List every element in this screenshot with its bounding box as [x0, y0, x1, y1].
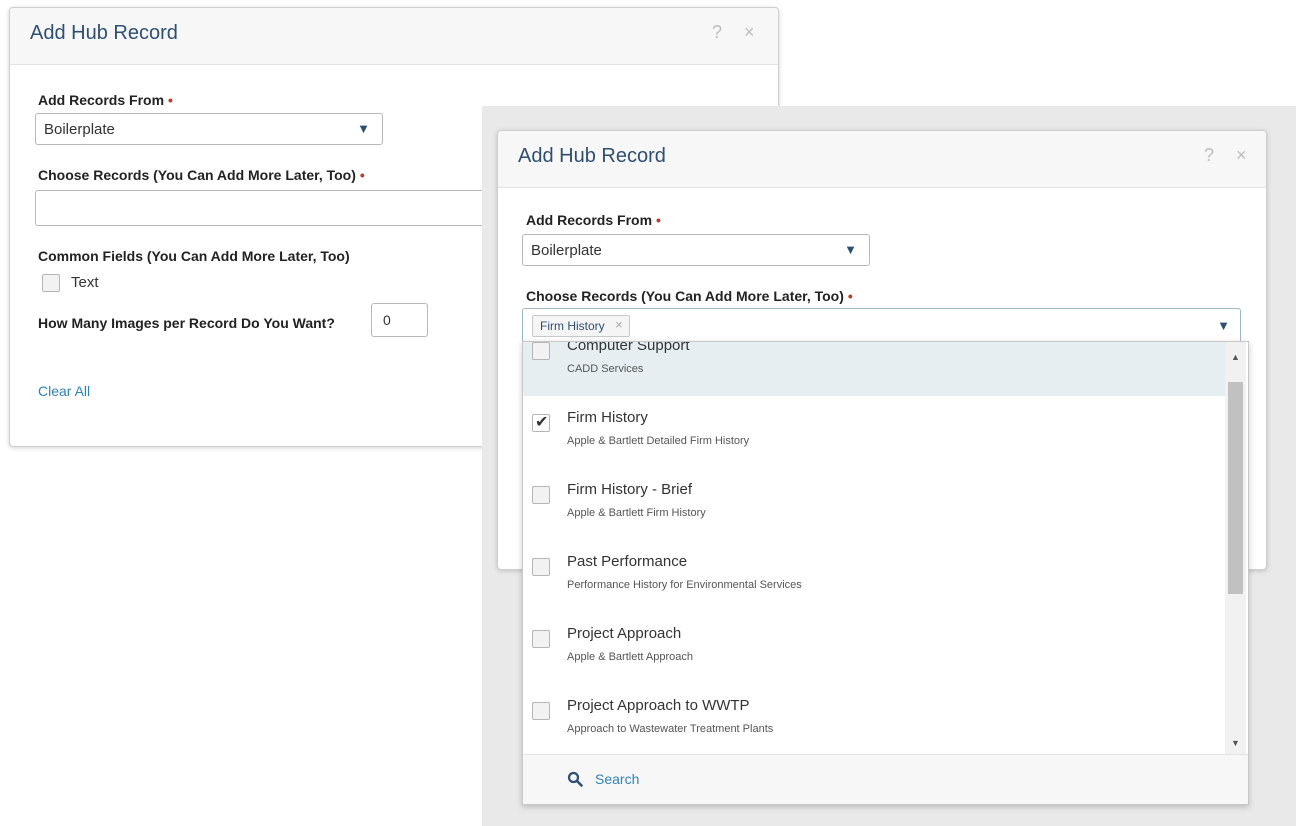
option-title: Computer Support — [567, 341, 690, 354]
required-marker: • — [847, 288, 853, 304]
source-select-value: Boilerplate — [531, 242, 602, 259]
help-icon[interactable]: ? — [1204, 145, 1214, 166]
front-dialog-title: Add Hub Record — [518, 145, 666, 167]
scrollbar-thumb[interactable] — [1228, 382, 1243, 594]
required-marker: • — [359, 167, 365, 183]
source-select[interactable]: Boilerplate ▼ — [35, 113, 383, 145]
option-title: Firm History - Brief — [567, 481, 692, 498]
choose-records-input[interactable] — [35, 190, 515, 226]
required-marker: • — [656, 212, 661, 228]
text-checkbox-label: Text — [71, 274, 99, 291]
tag-remove-icon[interactable]: × — [615, 317, 623, 332]
records-dropdown: Computer Support CADD Services ✔ Firm Hi… — [522, 341, 1249, 805]
option-checkbox[interactable] — [532, 486, 550, 504]
close-icon[interactable]: × — [744, 22, 755, 43]
option-title: Project Approach to WWTP — [567, 697, 750, 714]
option-subtitle: Performance History for Environmental Se… — [567, 579, 802, 591]
search-icon — [567, 771, 583, 787]
choose-records-label: Choose Records (You Can Add More Later, … — [526, 288, 853, 304]
list-item[interactable]: ✔ Firm History Apple & Bartlett Detailed… — [523, 396, 1225, 468]
option-checkbox[interactable] — [532, 702, 550, 720]
scroll-up-icon[interactable]: ▲ — [1231, 352, 1240, 362]
option-subtitle: Apple & Bartlett Approach — [567, 651, 693, 663]
option-checkbox[interactable] — [532, 630, 550, 648]
option-checkbox[interactable] — [532, 342, 550, 360]
dropdown-footer: Search — [523, 754, 1248, 804]
back-dialog-header: Add Hub Record ? × — [10, 8, 778, 65]
option-title: Project Approach — [567, 625, 682, 642]
option-title: Firm History — [567, 409, 648, 426]
source-select[interactable]: Boilerplate ▼ — [522, 234, 870, 266]
help-icon[interactable]: ? — [712, 22, 722, 43]
option-subtitle: CADD Services — [567, 363, 644, 375]
images-per-record-value: 0 — [383, 312, 391, 328]
text-checkbox[interactable] — [42, 274, 60, 292]
option-checkbox[interactable]: ✔ — [532, 414, 550, 432]
clear-all-link[interactable]: Clear All — [38, 383, 90, 399]
triangle-down-icon[interactable]: ▼ — [1217, 318, 1230, 333]
list-item[interactable]: Firm History - Brief Apple & Bartlett Fi… — [523, 468, 1225, 540]
check-icon: ✔ — [535, 414, 549, 431]
triangle-down-icon: ▼ — [844, 242, 857, 257]
list-item[interactable]: Past Performance Performance History for… — [523, 540, 1225, 612]
selected-tag-label: Firm History — [540, 319, 605, 333]
close-icon[interactable]: × — [1236, 145, 1247, 166]
option-checkbox[interactable] — [532, 558, 550, 576]
images-per-record-label: How Many Images per Record Do You Want? — [38, 315, 335, 331]
add-records-from-label: Add Records From • — [526, 212, 661, 228]
scroll-down-icon[interactable]: ▼ — [1231, 738, 1240, 748]
option-subtitle: Approach to Wastewater Treatment Plants — [567, 723, 774, 735]
choose-records-multiselect[interactable]: Firm History × ▼ — [522, 308, 1241, 344]
back-dialog-title: Add Hub Record — [30, 22, 178, 44]
option-subtitle: Apple & Bartlett Detailed Firm History — [567, 435, 750, 447]
option-subtitle: Apple & Bartlett Firm History — [567, 507, 706, 519]
common-fields-label: Common Fields (You Can Add More Later, T… — [38, 248, 350, 264]
search-label: Search — [595, 771, 640, 787]
choose-records-label: Choose Records (You Can Add More Later, … — [38, 167, 365, 183]
add-records-from-label: Add Records From • — [38, 92, 173, 108]
source-select-value: Boilerplate — [44, 121, 115, 138]
list-item[interactable]: Project Approach to WWTP Approach to Was… — [523, 684, 1225, 756]
list-item[interactable]: Computer Support CADD Services — [523, 341, 1225, 396]
triangle-down-icon: ▼ — [357, 121, 370, 136]
scrollbar[interactable]: ▲ ▼ — [1225, 342, 1246, 754]
option-title: Past Performance — [567, 553, 688, 570]
selected-tag: Firm History × — [532, 315, 630, 337]
list-item[interactable]: Project Approach Apple & Bartlett Approa… — [523, 612, 1225, 684]
front-dialog-header: Add Hub Record ? × — [498, 131, 1266, 188]
required-marker: • — [168, 92, 173, 108]
images-per-record-input[interactable]: 0 — [371, 303, 428, 337]
